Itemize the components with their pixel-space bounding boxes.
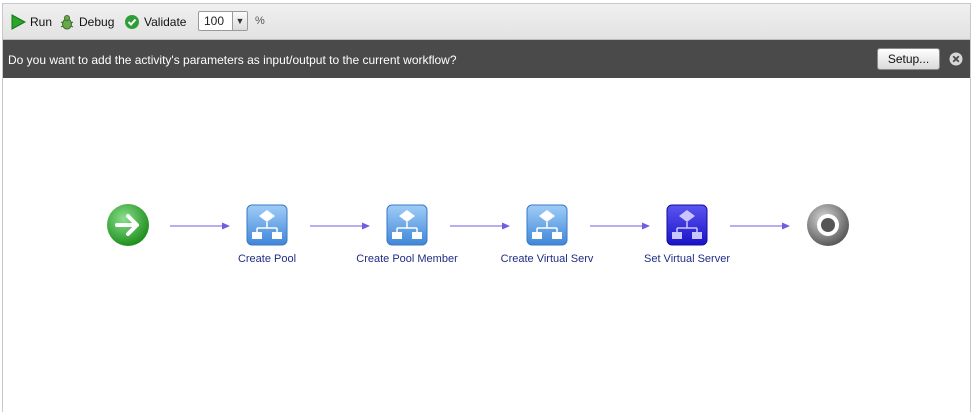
run-label: Run — [30, 15, 53, 29]
bug-icon — [60, 15, 74, 30]
connector-arrow — [170, 222, 230, 230]
workflow-editor: Run Debug Validate 100 ▼ % Do you want t… — [2, 3, 971, 412]
end-target-icon[interactable] — [806, 203, 850, 247]
zoom-value: 100 — [204, 14, 225, 28]
zoom-unit: % — [255, 15, 265, 27]
chevron-down-icon[interactable]: ▼ — [232, 12, 247, 30]
activity-node-set-virtual-server[interactable] — [666, 204, 708, 246]
debug-button[interactable]: Debug — [59, 14, 114, 30]
start-arrow-icon[interactable] — [106, 203, 150, 247]
validate-button[interactable]: Validate — [124, 14, 186, 30]
activity-label: Create Virtual Serv — [500, 253, 594, 265]
play-icon — [11, 14, 26, 30]
activity-node-create-pool[interactable] — [246, 204, 288, 246]
activity-icon — [526, 204, 568, 246]
activity-label: Create Pool Member — [356, 253, 458, 265]
run-button[interactable]: Run — [10, 14, 52, 30]
parameters-banner: Do you want to add the activity's parame… — [3, 40, 970, 78]
activity-node-create-pool-member[interactable] — [386, 204, 428, 246]
debug-label: Debug — [79, 15, 115, 29]
check-circle-icon — [125, 15, 139, 29]
connector-arrow — [450, 222, 510, 230]
setup-button[interactable]: Setup... — [877, 48, 940, 70]
banner-message: Do you want to add the activity's parame… — [8, 53, 457, 67]
activity-node-create-virtual-server[interactable] — [526, 204, 568, 246]
activity-label: Set Virtual Server — [643, 253, 731, 265]
activity-icon — [666, 204, 708, 246]
activity-icon — [386, 204, 428, 246]
connector-arrow — [730, 222, 790, 230]
toolbar: Run Debug Validate 100 ▼ % — [3, 4, 970, 40]
workflow-canvas[interactable]: Create Pool Create Pool Member Create Vi… — [3, 78, 970, 412]
close-icon[interactable] — [949, 52, 963, 66]
activity-icon — [246, 204, 288, 246]
activity-label: Create Pool — [237, 253, 297, 265]
connector-arrow — [310, 222, 370, 230]
connector-arrow — [590, 222, 650, 230]
validate-label: Validate — [144, 15, 187, 29]
zoom-select[interactable]: 100 ▼ — [198, 11, 248, 31]
